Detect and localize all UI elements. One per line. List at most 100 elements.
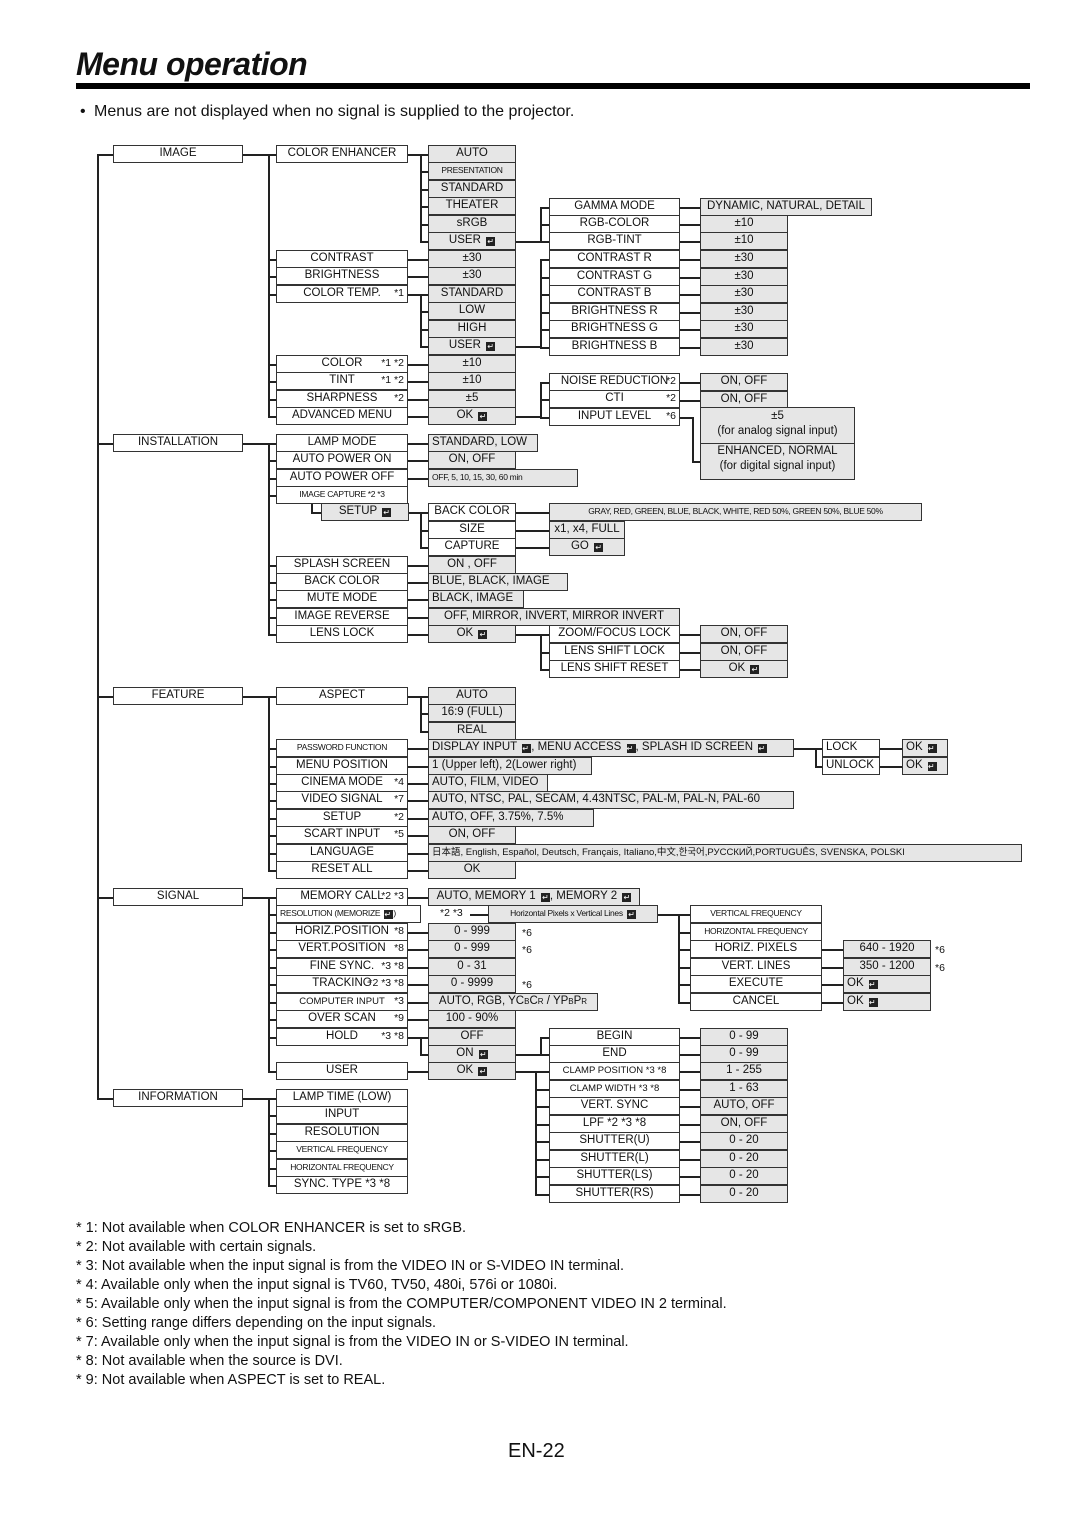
temp-user-value: ±30 (700, 338, 788, 356)
connector-line (535, 1176, 549, 1178)
connector-line (243, 1098, 268, 1100)
connector-line (408, 617, 428, 619)
connector-line (516, 241, 540, 243)
connector-line (420, 731, 428, 733)
connector-line (243, 443, 268, 445)
resolution-value-cancel: OK ↵ (843, 993, 931, 1011)
enter-icon: ↵ (927, 744, 937, 753)
feature-menu-position: MENU POSITION (276, 757, 408, 775)
connector-line (535, 1194, 549, 1196)
connector-line (678, 984, 690, 986)
connector-line (535, 1159, 549, 1161)
feature-value-cinema-mode: AUTO, FILM, VIDEO (428, 774, 548, 792)
aspect-real: REAL (428, 722, 516, 740)
image-color-temp: COLOR TEMP. *1 (276, 285, 408, 303)
connector-line (268, 800, 276, 802)
connector-line (540, 259, 549, 261)
connector-line (408, 766, 428, 768)
connector-line (268, 364, 276, 366)
page-number: EN-22 (508, 1440, 565, 1462)
connector-line (408, 582, 428, 584)
connector-line (420, 512, 428, 514)
setup-back-color: BACK COLOR (428, 503, 516, 521)
resolution-vert-lines: VERT. LINES (690, 958, 822, 976)
signal-user-value: 0 - 20 (700, 1132, 788, 1150)
connector-line (540, 634, 549, 636)
enter-icon: ↵ (626, 744, 636, 753)
connector-line (268, 1002, 276, 1004)
signal-user-ok: OK ↵ (428, 1062, 516, 1080)
connector-line (408, 276, 428, 278)
connector-line (420, 696, 428, 698)
connector-line (408, 870, 428, 872)
connector-line (408, 1071, 428, 1073)
connector-line (880, 766, 902, 768)
temp-user-value: ±30 (700, 285, 788, 303)
connector-line (408, 443, 428, 445)
connector-line (420, 189, 428, 191)
advanced-menu-ok: OK ↵ (428, 407, 516, 425)
connector-line (268, 443, 270, 634)
connector-line (408, 949, 428, 951)
footnote-ref: *6 (935, 944, 945, 956)
connector-line (268, 294, 276, 296)
connector-line (268, 617, 276, 619)
resolution-horizontal-frequency: HORIZONTAL FREQUENCY (690, 923, 822, 941)
enter-icon: ↵ (626, 910, 636, 919)
capture-go: GO ↵ (549, 538, 625, 556)
connector-line (97, 897, 113, 899)
enter-icon: ↵ (622, 893, 632, 902)
auto-power-off-value: OFF, 5, 10, 15, 30, 60 min (428, 469, 578, 487)
signal-user-value: 1 - 63 (700, 1080, 788, 1098)
input-level-analog-text: ±5 (771, 410, 784, 422)
connector-line (680, 207, 700, 209)
enter-icon: ↵ (486, 237, 496, 246)
footnote-ref: *6 (522, 927, 532, 939)
setup-size: SIZE (428, 521, 516, 539)
connector-line (268, 259, 276, 261)
connector-line (794, 748, 815, 750)
connector-line (535, 1141, 549, 1143)
enter-icon: ↵ (594, 543, 604, 552)
connector-line (680, 1194, 700, 1196)
color-temp-standard: STANDARD (428, 285, 516, 303)
connector-line (268, 1168, 276, 1170)
connector-line (408, 599, 428, 601)
enter-icon: ↵ (868, 980, 878, 989)
connector-line (516, 512, 549, 514)
sharpness-value: ±5 (428, 390, 516, 408)
password-unlock: UNLOCK (822, 757, 880, 775)
installation-lens-lock: LENS LOCK (276, 625, 408, 643)
connector-line (408, 460, 428, 462)
resolution-value-execute: OK ↵ (843, 975, 931, 993)
temp-user-brightness-g: BRIGHTNESS G (549, 320, 680, 338)
resolution-value-vert-lines: 350 - 1200 (843, 958, 931, 976)
connector-line (420, 154, 428, 156)
feature-value-reset-all: OK (428, 861, 516, 879)
connector-line (408, 1002, 428, 1004)
connector-line (268, 443, 276, 445)
connector-line (408, 634, 428, 636)
connector-line (268, 582, 276, 584)
information-input: INPUT (276, 1106, 408, 1124)
color-value: ±10 (428, 355, 516, 373)
footnote: * 9: Not available when ASPECT is set to… (76, 1372, 386, 1388)
connector-line (540, 241, 549, 243)
image-tint: TINT *1 *2 (276, 372, 408, 390)
connector-line (268, 1019, 276, 1021)
connector-line (516, 530, 549, 532)
image-capture-setup: SETUP ↵ (321, 503, 409, 521)
signal-user-value: 1 - 255 (700, 1062, 788, 1080)
back-color-value: BLUE, BLACK, IMAGE (428, 573, 568, 591)
resolution-cancel: CANCEL (690, 993, 822, 1011)
connector-line (535, 1106, 549, 1108)
memory-call-value: AUTO, MEMORY 1 ↵, MEMORY 2 ↵ (428, 888, 640, 906)
enter-icon: ↵ (750, 665, 760, 674)
connector-line (678, 914, 680, 1002)
installation-auto-power-off: AUTO POWER OFF (276, 469, 408, 487)
connector-line (408, 259, 428, 261)
connector-line (268, 565, 276, 567)
footnote-ref: *2 *3 *8 (368, 977, 404, 989)
color-temp-low: LOW (428, 302, 516, 320)
connector-line (408, 748, 428, 750)
